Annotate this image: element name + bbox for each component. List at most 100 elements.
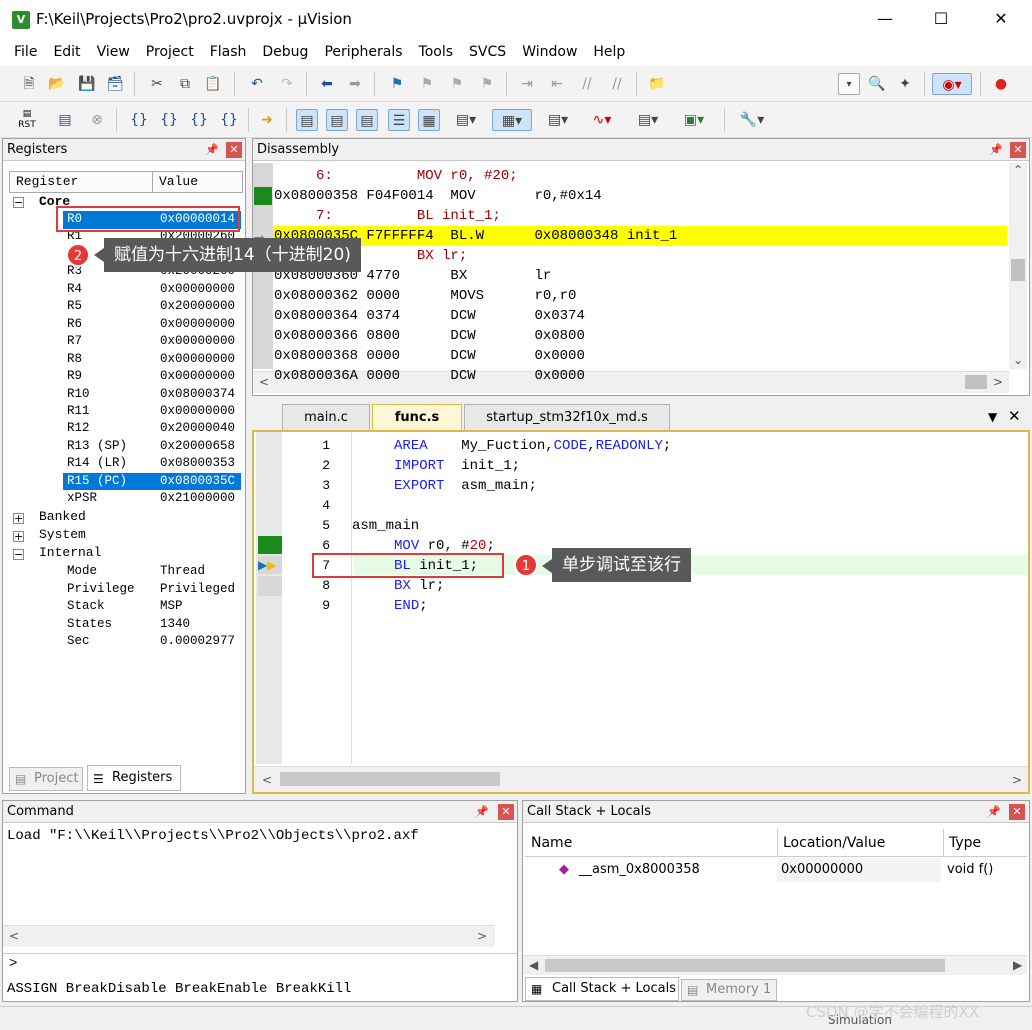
- col-type[interactable]: Type: [943, 829, 981, 857]
- register-value[interactable]: 0x20000040: [160, 420, 235, 438]
- scroll-up-icon[interactable]: ⌃: [1013, 163, 1023, 177]
- menu-project[interactable]: Project: [138, 44, 202, 60]
- find-icon[interactable]: 🔍: [866, 73, 888, 95]
- source-line[interactable]: AREA My_Fuction,CODE,READONLY;: [352, 436, 1012, 456]
- menu-help[interactable]: Help: [585, 44, 633, 60]
- breakpoint-icon[interactable]: ●: [990, 73, 1012, 95]
- run-icon[interactable]: ▤: [54, 109, 76, 131]
- register-value[interactable]: 0x0800035C: [160, 473, 235, 491]
- unindent-icon[interactable]: ⇤: [546, 73, 568, 95]
- close-panel-button[interactable]: ✕: [226, 142, 242, 158]
- show-next-statement-icon[interactable]: ➜: [256, 109, 278, 131]
- command-hscroll[interactable]: < >: [3, 925, 495, 947]
- analysis-window-icon[interactable]: ∿▾: [584, 109, 620, 131]
- serial-window-icon[interactable]: ▤▾: [540, 109, 576, 131]
- banked-group-label[interactable]: Banked: [39, 509, 86, 524]
- run-to-cursor-icon[interactable]: {}: [218, 109, 240, 131]
- internal-row[interactable]: States 1340: [3, 616, 235, 634]
- menu-flash[interactable]: Flash: [202, 44, 255, 60]
- register-row[interactable]: R13 (SP) 0x20000658: [63, 438, 239, 456]
- callstack-hscroll[interactable]: ◀ ▶: [523, 955, 1027, 975]
- disassembly-line[interactable]: 0x08000362 0000 MOVS r0,r0: [274, 286, 1008, 306]
- internal-group-label[interactable]: Internal: [39, 545, 101, 560]
- toolbox-icon[interactable]: 🔧▾: [734, 109, 770, 131]
- cut-icon[interactable]: ✂: [146, 73, 168, 95]
- register-value[interactable]: 0x20000658: [160, 438, 235, 456]
- disassembly-line[interactable]: 0x08000364 0374 DCW 0x0374: [274, 306, 1008, 326]
- tab-main-c[interactable]: main.c: [282, 404, 370, 430]
- disassembly-line[interactable]: 0x0800035C F7FFFFF4 BL.W 0x08000348 init…: [274, 226, 1008, 246]
- register-value[interactable]: 0x21000000: [160, 490, 235, 508]
- new-file-icon[interactable]: 🗎: [18, 73, 40, 95]
- scroll-left-icon[interactable]: <: [259, 375, 269, 389]
- disassembly-line[interactable]: 0x08000366 0800 DCW 0x0800: [274, 326, 1008, 346]
- menu-window[interactable]: Window: [514, 44, 585, 60]
- register-value[interactable]: 0x00000000: [160, 368, 235, 386]
- callstack-row[interactable]: ◆ __asm_0x8000358 0x00000000 void f(): [525, 858, 1027, 882]
- tab-startup[interactable]: startup_stm32f10x_md.s: [464, 404, 670, 430]
- source-line[interactable]: asm_main: [352, 516, 1012, 536]
- registers-window-icon[interactable]: ☰: [388, 109, 410, 131]
- internal-row[interactable]: Privilege Privileged: [3, 581, 235, 599]
- dropdown-icon[interactable]: ▾: [838, 73, 860, 95]
- save-icon[interactable]: 💾: [76, 73, 98, 95]
- close-tab-icon[interactable]: ✕: [1008, 407, 1021, 425]
- register-value[interactable]: 0x08000374: [160, 386, 235, 404]
- paste-icon[interactable]: 📋: [202, 73, 224, 95]
- menu-debug[interactable]: Debug: [254, 44, 316, 60]
- prev-bookmark-icon[interactable]: ⚑: [416, 73, 438, 95]
- internal-row[interactable]: Stack MSP: [3, 598, 235, 616]
- menu-edit[interactable]: Edit: [45, 44, 88, 60]
- debug-session-icon[interactable]: ◉▾: [932, 73, 972, 95]
- pin-icon[interactable]: 📌: [203, 141, 221, 159]
- tab-call-stack[interactable]: Call Stack + Locals: [525, 977, 679, 1001]
- internal-row[interactable]: Mode Thread: [3, 563, 235, 581]
- scroll-left-icon[interactable]: ◀: [529, 958, 538, 972]
- scroll-right-icon[interactable]: >: [477, 929, 487, 943]
- register-row[interactable]: R6 0x00000000: [63, 316, 239, 334]
- tab-func-s[interactable]: func.s: [372, 404, 462, 430]
- register-row[interactable]: xPSR 0x21000000: [63, 490, 239, 508]
- register-value[interactable]: 0x00000000: [160, 403, 235, 421]
- reset-icon[interactable]: ▤ RST: [16, 109, 38, 131]
- step-into-icon[interactable]: {}: [128, 109, 150, 131]
- redo-icon[interactable]: ↷: [276, 73, 298, 95]
- memory-window-icon[interactable]: ▦▾: [492, 109, 532, 131]
- menu-svcs[interactable]: SVCS: [461, 44, 514, 60]
- disassembly-line[interactable]: 0x08000368 0000 DCW 0x0000: [274, 346, 1008, 366]
- step-out-icon[interactable]: {}: [188, 109, 210, 131]
- stop-icon[interactable]: ⊗: [86, 109, 108, 131]
- copy-icon[interactable]: ⧉: [174, 73, 196, 95]
- col-location-value[interactable]: Location/Value: [777, 829, 885, 857]
- register-row[interactable]: R15 (PC) 0x0800035C: [63, 472, 241, 491]
- register-row[interactable]: R7 0x00000000: [63, 333, 239, 351]
- editor-hscroll[interactable]: < >: [254, 766, 1028, 792]
- source-line[interactable]: EXPORT asm_main;: [352, 476, 1012, 496]
- hscroll-thumb[interactable]: [545, 959, 945, 972]
- system-viewer-icon[interactable]: ▣▾: [676, 109, 712, 131]
- pin-icon[interactable]: 📌: [987, 141, 1005, 159]
- find-in-files-icon[interactable]: 📁: [646, 73, 668, 95]
- scroll-left-icon[interactable]: <: [262, 773, 272, 787]
- disassembly-window-icon[interactable]: ▤: [326, 109, 348, 131]
- undo-icon[interactable]: ↶: [246, 73, 268, 95]
- scroll-down-icon[interactable]: ⌄: [1013, 353, 1023, 367]
- menu-file[interactable]: File: [6, 44, 45, 60]
- register-row[interactable]: R4 0x00000000: [63, 281, 239, 299]
- tools-wand-icon[interactable]: ✦: [894, 73, 916, 95]
- col-register[interactable]: Register: [16, 172, 78, 192]
- scroll-thumb[interactable]: [1011, 259, 1025, 281]
- internal-row[interactable]: Sec 0.00002977: [3, 633, 235, 651]
- register-row[interactable]: R12 0x20000040: [63, 420, 239, 438]
- symbols-window-icon[interactable]: ▤: [356, 109, 378, 131]
- menu-peripherals[interactable]: Peripherals: [316, 44, 410, 60]
- register-row[interactable]: R11 0x00000000: [63, 403, 239, 421]
- watch-window-icon[interactable]: ▤▾: [448, 109, 484, 131]
- source-line[interactable]: END;: [352, 596, 1012, 616]
- disassembly-line[interactable]: 8: BX lr;: [274, 246, 1008, 266]
- scroll-right-icon[interactable]: ▶: [1013, 958, 1022, 972]
- menu-view[interactable]: View: [89, 44, 138, 60]
- close-panel-button[interactable]: ✕: [498, 804, 514, 820]
- register-row[interactable]: R8 0x00000000: [63, 351, 239, 369]
- scroll-left-icon[interactable]: <: [9, 929, 19, 943]
